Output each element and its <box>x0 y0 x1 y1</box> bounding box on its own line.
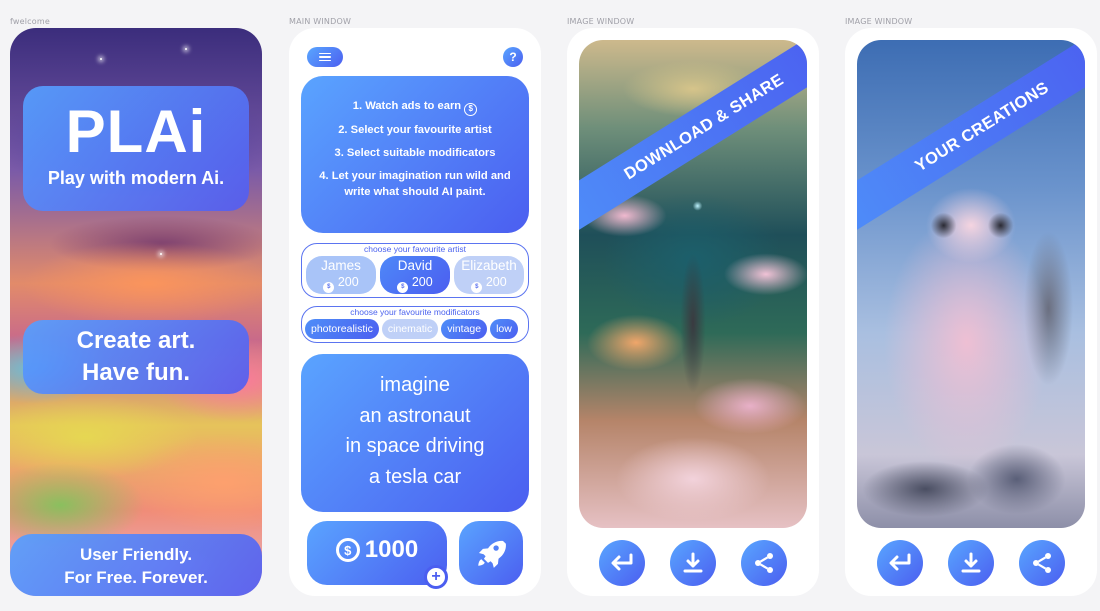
logo-card: PLAi Play with modern Ai. <box>23 86 249 211</box>
prompt-line: a tesla car <box>368 465 462 488</box>
user-line-2: For Free. Forever. <box>64 568 208 587</box>
image-screen-download: DOWNLOAD & SHARE <box>567 28 819 596</box>
share-icon <box>754 553 773 573</box>
welcome-screen: PLAi Play with modern Ai. Create art. Ha… <box>10 28 262 596</box>
ribbon-banner: DOWNLOAD & SHARE <box>579 40 807 233</box>
star-decoration <box>100 58 102 60</box>
download-icon <box>683 552 703 573</box>
mod-option-photorealistic[interactable]: photorealistic <box>305 319 379 339</box>
prompt-line: imagine <box>379 374 451 396</box>
artist-price: 200 <box>337 275 359 289</box>
artist-picker-title: choose your favourite artist <box>363 244 467 254</box>
artist-name: James <box>321 258 361 273</box>
frame-label-image: IMAGE WINDOW <box>567 17 635 26</box>
hamburger-icon <box>319 56 331 58</box>
coin-icon: $ <box>471 282 483 293</box>
menu-button[interactable] <box>307 47 343 67</box>
create-line-1: Create art. <box>76 327 196 354</box>
artist-picker: choose your favourite artist James $ 200… <box>301 243 529 298</box>
coin-icon: $ <box>464 103 478 116</box>
instruction-step-3: 3. Select suitable modificators <box>334 147 496 159</box>
back-button[interactable] <box>877 540 924 586</box>
tagline: Play with modern Ai. <box>47 168 225 188</box>
star-decoration <box>160 253 162 255</box>
return-arrow-icon <box>611 553 633 571</box>
download-button[interactable] <box>947 540 994 586</box>
generated-artwork-image: DOWNLOAD & SHARE <box>579 40 807 528</box>
mod-option-cinematic[interactable]: cinematic <box>381 319 439 339</box>
prompt-input[interactable]: imagine an astronaut in space driving a … <box>301 354 529 512</box>
coin-icon: $ <box>397 282 409 293</box>
start-button[interactable]: User Friendly. For Free. Forever. <box>10 534 262 596</box>
artist-name: David <box>397 258 433 273</box>
mod-option-vintage[interactable]: vintage <box>441 319 488 339</box>
download-button[interactable] <box>669 540 716 586</box>
modificator-picker: choose your favourite modificators photo… <box>301 306 529 343</box>
share-button[interactable] <box>740 540 787 586</box>
instruction-step-2: 2. Select your favourite artist <box>338 124 492 136</box>
rocket-icon <box>478 540 506 568</box>
generate-button[interactable] <box>459 521 523 585</box>
artist-price: 200 <box>411 275 433 289</box>
back-button[interactable] <box>599 540 646 586</box>
artist-option-james[interactable]: James $ 200 <box>306 256 376 294</box>
create-line-2: Have fun. <box>81 359 191 386</box>
ribbon-banner: YOUR CREATIONS <box>857 40 1085 233</box>
instruction-step-1: 1. Watch ads to earn <box>352 100 462 112</box>
instruction-step-4: 4. Let your imagination run wild and <box>319 170 511 182</box>
user-line-1: User Friendly. <box>79 545 193 564</box>
frame-label-main: MAIN WINDOW <box>289 17 352 26</box>
share-button[interactable] <box>1018 540 1065 586</box>
hamburger-icon <box>319 59 331 62</box>
creation-artwork-image: YOUR CREATIONS <box>857 40 1085 528</box>
balance-value: 1000 <box>364 536 419 563</box>
prompt-line: in space driving <box>345 435 485 457</box>
coin-icon: $ <box>323 282 335 293</box>
mod-option-low[interactable]: low <box>490 319 518 339</box>
main-screen: ? 1. Watch ads to earn $ 2. Select your … <box>289 28 541 596</box>
add-coins-button[interactable]: + <box>424 565 448 589</box>
download-icon <box>961 552 981 573</box>
frame-label-image-2: IMAGE WINDOW <box>845 17 913 26</box>
return-arrow-icon <box>889 553 911 571</box>
coin-icon: $ <box>335 538 360 562</box>
instructions-card: 1. Watch ads to earn $ 2. Select your fa… <box>301 76 529 233</box>
share-icon <box>1032 553 1051 573</box>
frame-label-welcome: fwelcome <box>10 17 50 26</box>
image-screen-creations: YOUR CREATIONS <box>845 28 1097 596</box>
app-logo: PLAi <box>65 98 207 165</box>
create-card: Create art. Have fun. <box>23 320 249 394</box>
artist-option-elizabeth[interactable]: Elizabeth $ 200 <box>454 256 524 294</box>
hamburger-icon <box>319 52 331 55</box>
instruction-step-4-cont: write what should AI paint. <box>344 186 486 198</box>
artist-name: Elizabeth <box>461 258 517 273</box>
modificator-picker-title: choose your favourite modificators <box>350 307 480 317</box>
artist-option-david[interactable]: David $ 200 <box>380 256 450 294</box>
star-decoration <box>185 48 187 50</box>
prompt-line: an astronaut <box>359 404 471 427</box>
artist-price: 200 <box>485 275 507 289</box>
help-button[interactable]: ? <box>503 47 523 67</box>
